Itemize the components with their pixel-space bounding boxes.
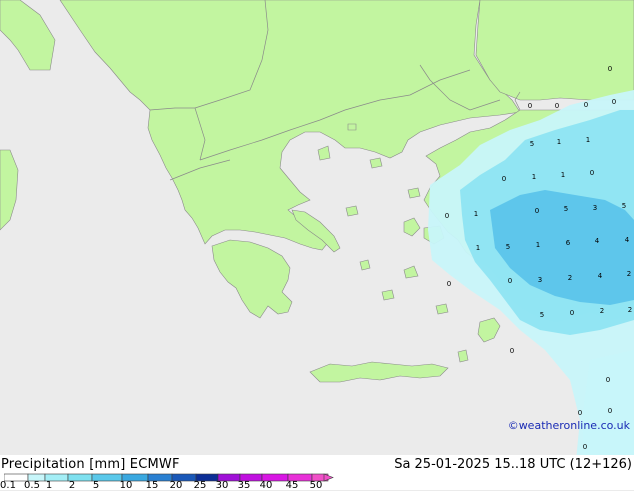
- precipitation-map: 0 0 0 0 0 5 1 1 0 1 1 0 0 1 0 5 3 5 1 5 …: [0, 0, 634, 470]
- map-title: Precipitation [mm] ECMWF: [1, 457, 180, 472]
- precip-value: 5: [506, 243, 510, 251]
- precip-value: 1: [557, 138, 561, 146]
- precip-value: 0: [612, 98, 616, 106]
- precip-value: 0: [608, 65, 612, 73]
- precip-value: 2: [568, 274, 572, 282]
- precip-value: 0: [590, 169, 594, 177]
- precip-value: 0: [606, 376, 610, 384]
- precip-value: 2: [628, 306, 632, 314]
- precip-value: 4: [625, 236, 630, 244]
- precip-value: 0: [555, 102, 559, 110]
- color-scale-label: 30: [215, 480, 229, 491]
- precip-value: 2: [600, 307, 604, 315]
- color-scale-label: 1: [45, 480, 53, 491]
- color-scale-arrow: [323, 473, 334, 482]
- precip-value: 1: [536, 241, 540, 249]
- precip-value: 0: [510, 347, 514, 355]
- precip-value: 0: [584, 101, 588, 109]
- color-scale-label: 40: [259, 480, 273, 491]
- precip-value: 6: [566, 239, 571, 247]
- precip-value: 0: [528, 102, 532, 110]
- precip-value: 1: [474, 210, 478, 218]
- color-scale-label: 45: [285, 480, 299, 491]
- color-scale-label: 5: [92, 480, 100, 491]
- precip-value: 2: [627, 270, 631, 278]
- precip-value: 0: [445, 212, 449, 220]
- precip-value: 1: [561, 171, 565, 179]
- precip-value: 1: [476, 244, 480, 252]
- precip-value: 5: [540, 311, 544, 319]
- precip-value: 0: [583, 443, 587, 451]
- color-scale-label: 15: [145, 480, 159, 491]
- color-scale-label: 10: [119, 480, 133, 491]
- color-scale-label: 0.1: [0, 480, 16, 491]
- color-scale-label: 0.5: [24, 480, 40, 491]
- precip-value: 3: [538, 276, 542, 284]
- precip-value: 4: [598, 272, 603, 280]
- precip-value: 5: [530, 140, 534, 148]
- color-scale-label: 50: [309, 480, 323, 491]
- precip-value: 0: [447, 280, 451, 288]
- forecast-datetime: Sa 25-01-2025 15..18 UTC (12+126): [394, 457, 632, 472]
- color-scale-label: 2: [68, 480, 76, 491]
- precip-value: 1: [586, 136, 590, 144]
- color-scale-label: 20: [169, 480, 183, 491]
- precip-value: 0: [535, 207, 539, 215]
- credit-link[interactable]: ©weatheronline.co.uk: [508, 419, 630, 432]
- precip-value: 0: [502, 175, 506, 183]
- precip-value: 0: [570, 309, 574, 317]
- precip-value: 0: [508, 277, 512, 285]
- precip-value: 4: [595, 237, 600, 245]
- precip-value: 0: [608, 407, 612, 415]
- color-scale-label: 25: [193, 480, 207, 491]
- color-scale-label: 35: [237, 480, 251, 491]
- footer: ©weatheronline.co.uk Precipitation [mm] …: [0, 419, 634, 491]
- precip-value: 3: [593, 204, 597, 212]
- precip-value: 5: [564, 205, 568, 213]
- precip-value: 0: [578, 409, 582, 417]
- precip-value: 1: [532, 173, 536, 181]
- land-thrace-ne: [475, 0, 634, 101]
- precip-value: 5: [622, 202, 626, 210]
